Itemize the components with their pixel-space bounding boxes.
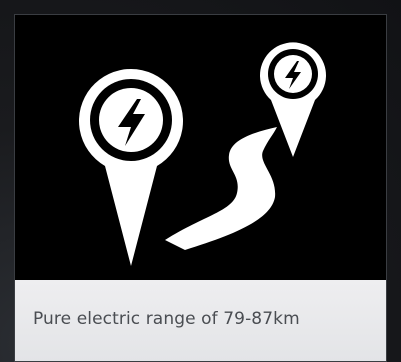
feature-card[interactable]: Pure electric range of 79-87km bbox=[14, 14, 387, 362]
feature-image bbox=[15, 15, 386, 280]
caption-text: Pure electric range of 79-87km bbox=[33, 309, 300, 329]
charging-pin-icon bbox=[79, 68, 183, 266]
page: Pure electric range of 79-87km bbox=[0, 0, 401, 362]
winding-road-icon bbox=[165, 127, 277, 250]
electric-range-route-icon bbox=[79, 42, 326, 266]
caption-panel: Pure electric range of 79-87km bbox=[15, 280, 386, 361]
charging-pin-icon bbox=[259, 42, 326, 157]
